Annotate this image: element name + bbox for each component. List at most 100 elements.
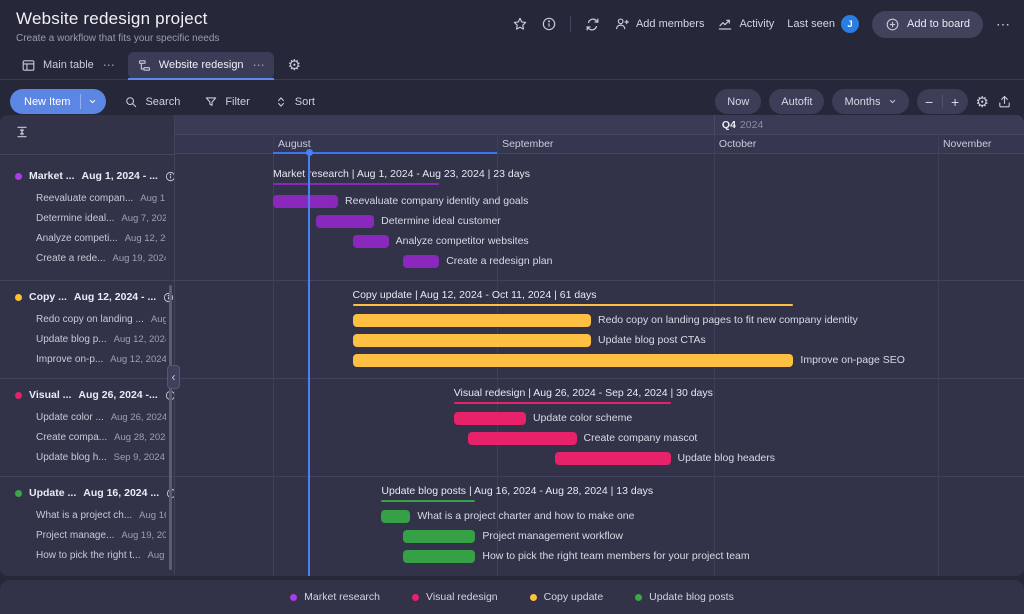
group-row: Update ...Aug 16, 2024 ...What is a proj… xyxy=(0,476,1024,574)
task-row[interactable]: Reevaluate compan...Aug 1, 2024 ... xyxy=(15,188,166,208)
task-name: How to pick the right t... xyxy=(36,550,141,561)
group-sidebar-section: Market ...Aug 1, 2024 - ...Reevaluate co… xyxy=(0,155,175,280)
last-seen-label: Last seen xyxy=(787,18,835,30)
tab-main-table-menu-icon[interactable]: ⋯ xyxy=(103,58,115,72)
task-dates: Aug 16, 202... xyxy=(139,510,166,521)
quarter-divider xyxy=(714,115,715,134)
sidebar-scrollbar[interactable] xyxy=(169,285,172,570)
tab-main-table[interactable]: Main table ⋯ xyxy=(12,52,124,79)
collapse-all-icon[interactable] xyxy=(15,124,174,140)
task-dates: Aug 12, 2... xyxy=(151,314,166,325)
task-name: Update blog h... xyxy=(36,452,107,463)
tab-website-redesign[interactable]: Website redesign ⋯ xyxy=(128,52,274,79)
group-duration-line xyxy=(381,500,475,502)
group-header[interactable]: Update ...Aug 16, 2024 ... xyxy=(15,481,166,505)
board-menu-icon[interactable]: ⋯ xyxy=(996,19,1010,29)
activity-button[interactable]: Activity xyxy=(717,16,774,32)
tab-website-redesign-label: Website redesign xyxy=(159,59,244,71)
task-name: Update color ... xyxy=(36,412,104,423)
group-info-icon[interactable] xyxy=(165,171,175,182)
gantt-bar[interactable]: Create company mascot xyxy=(468,432,576,445)
sort-arrows-icon xyxy=(274,95,288,109)
info-icon[interactable] xyxy=(541,16,557,32)
task-row[interactable]: Determine ideal...Aug 7, 2024 - Au... xyxy=(15,208,166,228)
gantt-bar[interactable]: Update blog headers xyxy=(555,452,671,465)
gantt-view-icon xyxy=(137,58,152,73)
add-to-board-button[interactable]: Add to board xyxy=(872,11,983,38)
gantt-bar[interactable]: What is a project charter and how to mak… xyxy=(381,510,410,523)
group-row: Visual ...Aug 26, 2024 -...Update color … xyxy=(0,378,1024,476)
tab-website-redesign-menu-icon[interactable]: ⋯ xyxy=(253,58,265,72)
task-dates: Aug 12, 2024 - Oct... xyxy=(110,354,166,365)
zoom-in-button[interactable]: + xyxy=(943,94,968,110)
task-row[interactable]: Create compa...Aug 28, 2024 - Se... xyxy=(15,427,166,447)
group-summary[interactable]: Visual redesign | Aug 26, 2024 - Sep 24,… xyxy=(454,387,713,404)
new-item-caret-icon[interactable] xyxy=(81,97,106,106)
month-label: October xyxy=(719,138,756,150)
last-seen[interactable]: Last seen J xyxy=(787,15,859,33)
group-header[interactable]: Visual ...Aug 26, 2024 -... xyxy=(15,383,166,407)
collapse-sidebar-handle[interactable]: ‹ xyxy=(167,365,180,389)
task-row[interactable]: Project manage...Aug 19, 2024 - ... xyxy=(15,525,166,545)
zoom-out-button[interactable]: − xyxy=(917,94,942,110)
gantt-bar[interactable]: Update blog post CTAs xyxy=(353,334,592,347)
table-icon xyxy=(21,58,36,73)
task-name: Create a rede... xyxy=(36,253,105,264)
group-summary[interactable]: Update blog posts | Aug 16, 2024 - Aug 2… xyxy=(381,485,653,502)
group-name: Update ... xyxy=(29,487,76,499)
task-row[interactable]: Analyze competi...Aug 12, 2024 - ... xyxy=(15,228,166,248)
gantt-bar[interactable]: Reevaluate company identity and goals xyxy=(273,195,338,208)
task-dates: Aug 12, 2024 - Se... xyxy=(114,334,166,345)
views-settings-gear-icon[interactable]: ⚙ xyxy=(288,56,301,74)
autofit-button[interactable]: Autofit xyxy=(769,89,824,114)
now-label: Now xyxy=(727,96,749,108)
sort-button[interactable]: Sort xyxy=(268,95,321,109)
group-header[interactable]: Market ...Aug 1, 2024 - ... xyxy=(15,164,166,188)
export-icon[interactable] xyxy=(997,94,1012,109)
gantt-settings-gear-icon[interactable]: ⚙ xyxy=(976,93,989,111)
task-row[interactable]: Update blog h...Sep 9, 2024 - Sep ... xyxy=(15,447,166,467)
task-row[interactable]: Redo copy on landing ...Aug 12, 2... xyxy=(15,309,166,329)
task-dates: Aug 19, 2024 - ... xyxy=(121,530,166,541)
zoom-level-select[interactable]: Months xyxy=(832,89,908,114)
gantt-bar[interactable]: Improve on-page SEO xyxy=(353,354,794,367)
task-row[interactable]: Improve on-p...Aug 12, 2024 - Oct... xyxy=(15,349,166,369)
gantt-bar[interactable]: How to pick the right team members for y… xyxy=(403,550,475,563)
integrations-sync-icon[interactable] xyxy=(584,16,601,33)
now-button[interactable]: Now xyxy=(715,89,761,114)
new-item-button[interactable]: New Item xyxy=(10,89,106,114)
gantt-bar[interactable]: Update color scheme xyxy=(454,412,526,425)
filter-button[interactable]: Filter xyxy=(198,95,255,109)
group-summary[interactable]: Copy update | Aug 12, 2024 - Oct 11, 202… xyxy=(353,289,794,306)
gantt-bar-label: Redo copy on landing pages to fit new co… xyxy=(598,314,858,327)
search-button[interactable]: Search xyxy=(118,95,186,109)
task-row[interactable]: What is a project ch... Aug 16, 202... xyxy=(15,505,166,525)
group-summary-text: Update blog posts | Aug 16, 2024 - Aug 2… xyxy=(381,485,653,497)
add-members-button[interactable]: Add members xyxy=(614,16,704,32)
month-label: November xyxy=(943,138,991,150)
task-row[interactable]: Update blog p...Aug 12, 2024 - Se... xyxy=(15,329,166,349)
avatar[interactable]: J xyxy=(841,15,859,33)
task-dates: Aug 26, 2024 - Se... xyxy=(111,412,166,423)
legend-item: Visual redesign xyxy=(412,591,498,603)
group-duration-line xyxy=(454,402,671,404)
favorite-star-icon[interactable] xyxy=(512,16,528,32)
group-row: Market ...Aug 1, 2024 - ...Reevaluate co… xyxy=(0,155,1024,280)
gantt-bar-label: Update color scheme xyxy=(533,412,632,425)
legend-item: Market research xyxy=(290,591,380,603)
task-dates: Aug 19, 2024 - Au... xyxy=(112,253,166,264)
group-summary[interactable]: Market research | Aug 1, 2024 - Aug 23, … xyxy=(273,168,530,185)
gantt-bar[interactable]: Project management workflow xyxy=(403,530,475,543)
task-name: What is a project ch... xyxy=(36,510,132,521)
sort-label: Sort xyxy=(295,96,315,108)
task-row[interactable]: Update color ... Aug 26, 2024 - Se... xyxy=(15,407,166,427)
gantt-bar[interactable]: Redo copy on landing pages to fit new co… xyxy=(353,314,592,327)
task-dates: Aug 7, 2024 - Au... xyxy=(121,213,166,224)
group-color-dot xyxy=(15,173,22,180)
gantt-bar[interactable]: Analyze competitor websites xyxy=(353,235,389,248)
gantt-bar[interactable]: Determine ideal customer xyxy=(316,215,374,228)
gantt-bar[interactable]: Create a redesign plan xyxy=(403,255,439,268)
group-header[interactable]: Copy ...Aug 12, 2024 - ... xyxy=(15,285,166,309)
task-row[interactable]: Create a rede... Aug 19, 2024 - Au... xyxy=(15,248,166,268)
task-row[interactable]: How to pick the right t...Aug 19, 2... xyxy=(15,545,166,565)
